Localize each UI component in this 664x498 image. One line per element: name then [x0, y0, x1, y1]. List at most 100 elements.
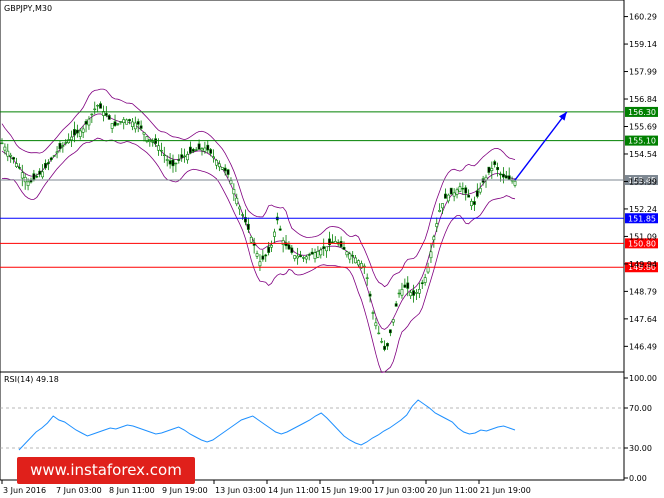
price-tick-label: 160.29	[629, 13, 657, 22]
candle-body	[52, 155, 56, 157]
candle-body	[478, 187, 482, 193]
candle-body	[203, 147, 207, 152]
candle-body	[6, 150, 10, 157]
price-tick-label: 149.94	[629, 260, 657, 269]
rsi-title: RSI(14) 49.18	[4, 375, 59, 384]
candle-body	[409, 292, 413, 297]
candle-body	[116, 123, 120, 125]
level-price-label: 151.85	[628, 214, 656, 223]
candle-body	[380, 341, 384, 343]
main-chart-title: GBPJPY,M30	[4, 4, 52, 13]
candle-body	[400, 289, 404, 296]
price-tick-label: 152.24	[629, 205, 657, 214]
candle-body	[302, 257, 305, 259]
candle-body	[15, 163, 18, 167]
candle-body	[287, 244, 291, 250]
candle-body	[371, 312, 375, 314]
candle-body	[464, 187, 468, 194]
candle-body	[67, 139, 71, 144]
candle-body	[139, 125, 143, 129]
candle-body	[75, 129, 79, 134]
candle-body	[128, 119, 131, 122]
candle-body	[278, 228, 282, 231]
candle-body	[90, 113, 94, 116]
time-tick-label: 9 Jun 19:00	[162, 486, 208, 495]
candle-body	[17, 167, 21, 169]
candle-body	[246, 223, 250, 230]
candle-body	[391, 319, 395, 323]
candle-body	[107, 115, 111, 120]
price-tick-label: 148.79	[629, 287, 657, 296]
time-tick-label: 8 Jun 11:00	[109, 486, 155, 495]
price-tick-label: 155.69	[629, 122, 657, 131]
candle-body	[157, 145, 160, 151]
candle-body	[325, 246, 329, 252]
candle-body	[415, 292, 418, 294]
candle-body	[455, 189, 459, 195]
candle-body	[473, 201, 476, 205]
candle-body	[388, 329, 392, 334]
candle-body	[49, 157, 53, 161]
candle-body	[220, 167, 224, 170]
candle-body	[165, 159, 169, 161]
candle-body	[290, 247, 294, 253]
candle-body	[26, 181, 30, 186]
candle-body	[493, 161, 497, 165]
price-tick-label: 154.54	[629, 150, 657, 159]
candle-body	[110, 123, 114, 129]
candle-body	[255, 253, 259, 257]
candle-body	[470, 201, 473, 207]
candle-body	[365, 277, 369, 279]
candle-body	[328, 238, 331, 246]
watermark-text: www.instaforex.com	[30, 461, 182, 479]
candle-body	[499, 173, 502, 176]
candle-body	[429, 251, 433, 259]
candle-body	[449, 187, 453, 195]
candle-body	[238, 206, 242, 210]
candle-body	[58, 142, 62, 150]
candle-body	[310, 251, 314, 255]
candle-body	[475, 190, 479, 197]
candle-body	[180, 154, 184, 158]
candle-body	[299, 255, 302, 258]
candle-body	[339, 241, 343, 248]
watermark-badge: www.instaforex.com	[17, 457, 195, 484]
candle-body	[513, 180, 517, 186]
candle-body	[41, 171, 44, 178]
candle-body	[168, 160, 172, 165]
candle-body	[313, 252, 317, 259]
candle-body	[351, 255, 355, 257]
candle-body	[217, 163, 221, 168]
price-tick-label: 159.14	[629, 40, 657, 49]
price-tick-label: 156.84	[629, 95, 657, 104]
time-tick-label: 21 Jun 19:00	[480, 486, 531, 495]
candle-body	[32, 173, 36, 180]
candle-body	[235, 197, 239, 205]
candle-body	[35, 176, 39, 178]
candle-body	[397, 292, 401, 295]
candle-body	[70, 136, 73, 141]
candle-body	[322, 246, 326, 249]
candle-body	[73, 129, 76, 136]
candle-body	[84, 121, 88, 125]
candle-body	[348, 253, 352, 260]
candle-body	[342, 246, 346, 250]
candle-body	[267, 246, 271, 253]
candle-body	[444, 193, 447, 199]
candle-body	[293, 255, 297, 259]
main-pane-frame	[0, 0, 625, 373]
candle-body	[229, 180, 233, 185]
candle-body	[258, 261, 262, 267]
candle-body	[264, 254, 268, 257]
level-price-label: 156.30	[628, 108, 656, 117]
candle-body	[215, 159, 218, 166]
candle-body	[502, 173, 505, 178]
candle-body	[354, 257, 357, 264]
candle-body	[261, 255, 265, 260]
time-tick-label: 20 Jun 11:00	[427, 486, 478, 495]
candle-body	[420, 282, 424, 285]
rsi-tick-label: 100.00	[629, 374, 657, 383]
candle-body	[446, 194, 450, 202]
candle-body	[122, 119, 126, 124]
time-tick-label: 13 Jun 03:00	[215, 486, 266, 495]
